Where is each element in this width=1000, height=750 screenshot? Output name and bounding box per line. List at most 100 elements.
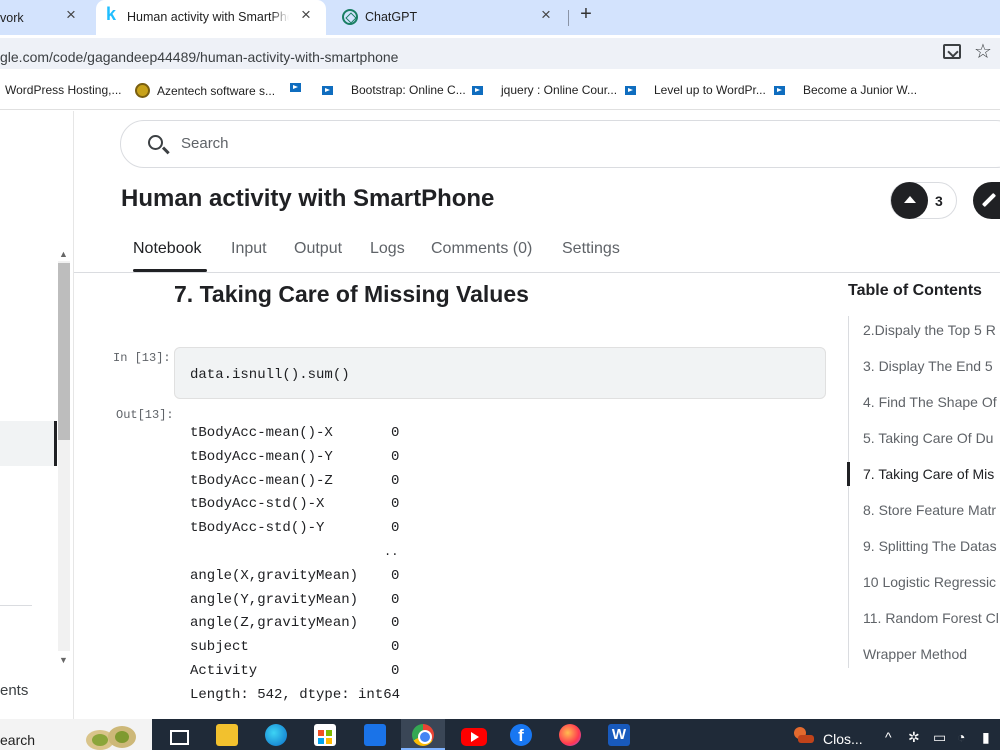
tab-settings[interactable]: Settings xyxy=(562,240,620,258)
toc-title: Table of Contents xyxy=(848,282,982,299)
header-divider xyxy=(74,272,1000,273)
bookmark-item[interactable]: WordPress Hosting,... xyxy=(5,83,121,97)
output-row-value: 0 xyxy=(391,615,400,631)
battery-icon[interactable]: ▮ xyxy=(982,729,990,746)
scroll-down-arrow-icon[interactable]: ▼ xyxy=(59,655,68,665)
tab-comments[interactable]: Comments (0) xyxy=(431,240,532,258)
close-icon[interactable]: × xyxy=(541,6,551,23)
bookmark-label: Bootstrap: Online C... xyxy=(351,83,466,97)
output-row-value: 0 xyxy=(391,663,400,679)
search-bar[interactable] xyxy=(120,120,1000,168)
close-icon[interactable]: × xyxy=(66,6,76,23)
output-row-name: angle(Y,gravityMean) xyxy=(190,592,359,608)
bookmark-item[interactable]: Level up to WordPr... xyxy=(625,83,766,97)
chatgpt-icon xyxy=(342,9,358,25)
left-sidebar: ▲ ▼ ents xyxy=(0,111,74,719)
pencil-icon xyxy=(981,192,997,208)
output-row-name: Activity xyxy=(190,663,258,679)
output-row-name: tBodyAcc-std()-X xyxy=(190,496,325,512)
upvote-button[interactable] xyxy=(891,182,928,219)
search-input[interactable] xyxy=(181,135,481,152)
toc-item[interactable]: 8. Store Feature Matr xyxy=(863,502,996,518)
toc-item-active[interactable]: 7. Taking Care of Mis xyxy=(863,466,994,482)
install-app-icon[interactable] xyxy=(943,44,961,59)
edge-icon[interactable] xyxy=(265,724,287,746)
edit-button[interactable] xyxy=(973,182,1000,219)
udemy-icon xyxy=(322,85,333,95)
sidebar-scroll-thumb[interactable] xyxy=(58,263,70,440)
output-row-name: subject xyxy=(190,639,249,655)
tray-chevron-icon[interactable]: ^ xyxy=(885,729,892,745)
udemy-icon xyxy=(774,85,785,95)
output-length-line: Length: 542, dtype: int64 xyxy=(190,687,401,703)
output-row-value: 0 xyxy=(391,496,400,512)
browser-tab-chatgpt[interactable]: ChatGPT × xyxy=(334,0,564,35)
tab-logs[interactable]: Logs xyxy=(370,240,405,258)
tab-input[interactable]: Input xyxy=(231,240,267,258)
toc-item[interactable]: 2.Dispaly the Top 5 R xyxy=(863,322,996,338)
toc-item[interactable]: 10 Logistic Regressic xyxy=(863,574,996,590)
weather-text[interactable]: Clos... xyxy=(823,731,863,747)
youtube-icon[interactable] xyxy=(461,728,487,746)
bookmark-item[interactable]: jquery : Online Cour... xyxy=(472,83,617,97)
output-row-value: 0 xyxy=(391,520,400,536)
code-text: data.isnull().sum() xyxy=(190,367,350,383)
address-bar: gle.com/code/gagandeep44489/human-activi… xyxy=(0,35,1000,72)
word-icon[interactable]: W xyxy=(608,724,630,746)
vote-count: 3 xyxy=(935,193,943,209)
azentech-icon xyxy=(135,83,150,98)
taskbar-search-text: earch xyxy=(0,732,36,748)
weather-icon[interactable] xyxy=(792,725,814,745)
task-view-icon[interactable] xyxy=(168,724,190,746)
toc-active-indicator xyxy=(847,462,850,486)
output-row-value: 0 xyxy=(391,639,400,655)
bookmark-star-icon[interactable]: ☆ xyxy=(974,39,992,64)
output-row-value: 0 xyxy=(391,473,400,489)
browser-tab-work[interactable]: vork × xyxy=(0,0,92,35)
mail-icon[interactable] xyxy=(364,724,386,746)
toc-item[interactable]: 9. Splitting The Datas xyxy=(863,538,997,554)
sidebar-item-label[interactable]: ents xyxy=(0,682,28,699)
wifi-icon[interactable]: ◔ xyxy=(957,729,965,745)
toc-item[interactable]: 4. Find The Shape Of xyxy=(863,394,997,410)
output-row-value: 0 xyxy=(391,592,400,608)
chrome-icon[interactable] xyxy=(412,724,434,746)
tab-notebook[interactable]: Notebook xyxy=(133,240,202,258)
display-icon[interactable]: ▭ xyxy=(933,729,946,746)
bookmark-item[interactable]: Azentech software s... xyxy=(135,83,275,98)
toc-rail xyxy=(848,316,849,668)
bookmark-item[interactable]: Bootstrap: Online C... xyxy=(322,83,466,97)
tab-title: ChatGPT xyxy=(365,10,418,24)
toc-item[interactable]: 3. Display The End 5 xyxy=(863,358,993,374)
sidebar-divider xyxy=(0,605,32,606)
facebook-icon[interactable]: f xyxy=(510,724,532,746)
output-row-name: tBodyAcc-mean()-Z xyxy=(190,473,333,489)
page-title: Human activity with SmartPhone xyxy=(121,185,495,212)
kaggle-icon: k xyxy=(106,4,117,24)
firefox-icon[interactable] xyxy=(559,724,581,746)
udemy-icon xyxy=(472,85,483,95)
output-prompt: Out[13]: xyxy=(116,408,174,422)
sidebar-item-active[interactable] xyxy=(0,421,57,466)
bookmark-item[interactable] xyxy=(290,83,319,92)
url-field[interactable]: gle.com/code/gagandeep44489/human-activi… xyxy=(0,38,1000,69)
tab-output[interactable]: Output xyxy=(294,240,342,258)
toc-item[interactable]: 5. Taking Care Of Du xyxy=(863,430,993,446)
scroll-up-arrow-icon[interactable]: ▲ xyxy=(59,249,68,259)
tab-title: vork xyxy=(0,10,24,25)
toc-item[interactable]: 11. Random Forest Cl xyxy=(863,610,999,626)
file-explorer-icon[interactable] xyxy=(216,724,238,746)
browser-tab-kaggle[interactable]: k Human activity with SmartPhone × xyxy=(96,0,326,35)
output-row-name: tBodyAcc-mean()-Y xyxy=(190,449,333,465)
new-tab-button[interactable]: + xyxy=(575,3,597,26)
close-icon[interactable]: × xyxy=(301,6,311,23)
bookmark-item[interactable]: Become a Junior W... xyxy=(774,83,917,97)
search-icon xyxy=(148,135,163,150)
tab-title: Human activity with SmartPhone xyxy=(127,10,289,24)
output-row-name: tBodyAcc-mean()-X xyxy=(190,425,333,441)
toc-item[interactable]: Wrapper Method xyxy=(863,646,967,662)
store-icon[interactable] xyxy=(314,724,336,746)
code-cell[interactable]: data.isnull().sum() xyxy=(174,347,826,399)
settings-icon[interactable]: ✲ xyxy=(908,729,920,746)
screen: vork × k Human activity with SmartPhone … xyxy=(0,0,1000,750)
